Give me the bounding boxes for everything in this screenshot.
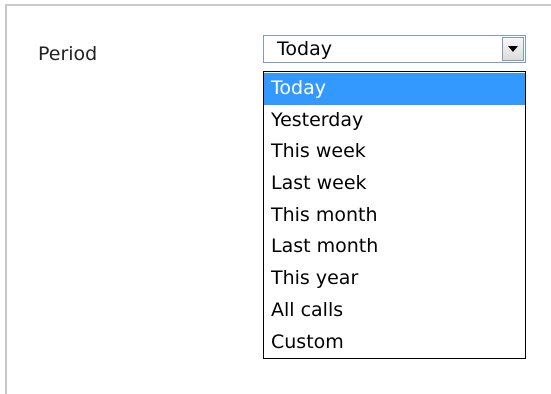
period-dropdown-list[interactable]: Today Yesterday This week Last week This… xyxy=(263,71,526,359)
option-last-month[interactable]: Last month xyxy=(264,231,525,263)
option-this-week[interactable]: This week xyxy=(264,136,525,168)
option-all-calls[interactable]: All calls xyxy=(264,295,525,327)
period-select[interactable]: Today xyxy=(263,35,526,63)
option-last-week[interactable]: Last week xyxy=(264,168,525,200)
dropdown-arrow-button[interactable] xyxy=(502,37,524,61)
option-custom[interactable]: Custom xyxy=(264,327,525,359)
chevron-down-icon xyxy=(508,46,518,52)
option-today[interactable]: Today xyxy=(264,73,525,105)
option-this-month[interactable]: This month xyxy=(264,200,525,232)
option-yesterday[interactable]: Yesterday xyxy=(264,105,525,137)
period-label: Period xyxy=(38,43,98,65)
option-this-year[interactable]: This year xyxy=(264,263,525,295)
period-select-value: Today xyxy=(277,38,332,60)
